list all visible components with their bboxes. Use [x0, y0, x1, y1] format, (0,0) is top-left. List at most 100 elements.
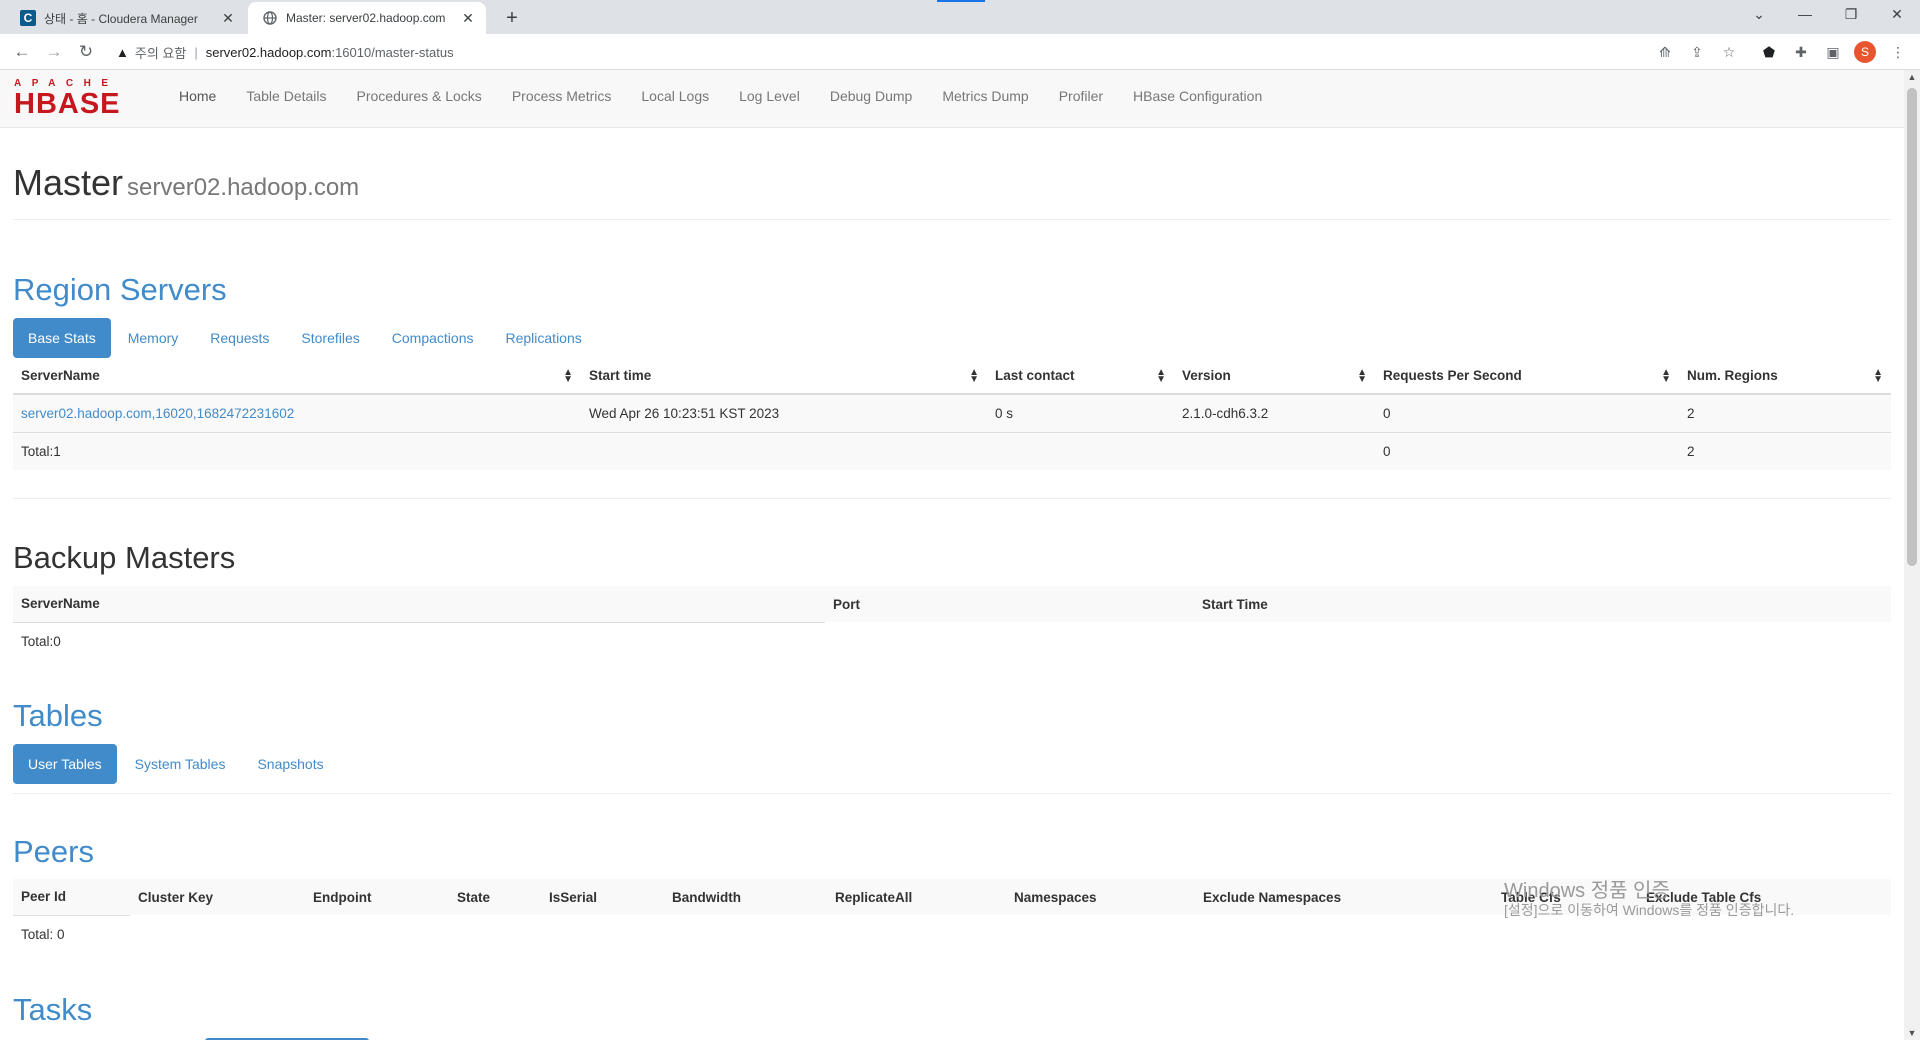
- column-header: Start Time: [1194, 586, 1891, 622]
- region-servers-tabs: Base Stats Memory Requests Storefiles Co…: [13, 318, 599, 358]
- column-header[interactable]: Num. Regions ▲ ▼: [1679, 358, 1891, 395]
- tab-system-tables[interactable]: System Tables: [120, 744, 241, 784]
- sort-icon[interactable]: ▲ ▼: [1357, 368, 1367, 385]
- browser-menu-icon[interactable]: ⋮: [1884, 38, 1912, 66]
- url-host[interactable]: server02.hadoop.com: [206, 45, 332, 60]
- address-separator: |: [194, 44, 198, 60]
- minimize-window-button[interactable]: —: [1782, 0, 1828, 30]
- cloudera-favicon-icon: C: [20, 10, 36, 26]
- main-nav: Home Table Details Procedures & Locks Pr…: [164, 70, 1277, 128]
- table-total-row: Total: 0: [13, 915, 1891, 953]
- column-header: Port: [825, 586, 1194, 622]
- column-header[interactable]: Requests Per Second ▲ ▼: [1375, 358, 1679, 395]
- browser-tab-cloudera[interactable]: C 상태 - 홈 - Cloudera Manager ✕: [6, 2, 246, 34]
- tab-memory[interactable]: Memory: [113, 318, 194, 358]
- restore-window-button[interactable]: ❐: [1828, 0, 1874, 30]
- extensions-puzzle-icon[interactable]: ✚: [1787, 38, 1815, 66]
- column-header: IsSerial: [549, 889, 598, 905]
- tab-search-chevron-icon[interactable]: ⌄: [1736, 0, 1782, 30]
- tab-user-tables[interactable]: User Tables: [13, 744, 117, 784]
- nav-table-details[interactable]: Table Details: [231, 70, 341, 128]
- peers-heading: Peers: [13, 834, 94, 869]
- backup-masters-table: ServerName Port Start Time Total:0: [13, 586, 1891, 660]
- translate-icon[interactable]: ⟰: [1651, 38, 1679, 66]
- close-tab-icon[interactable]: ✕: [220, 10, 236, 27]
- table-cell: 2: [1679, 431, 1891, 470]
- nav-log-level[interactable]: Log Level: [724, 70, 815, 128]
- scroll-up-arrow-icon[interactable]: ▲: [1904, 72, 1920, 82]
- close-window-button[interactable]: ✕: [1874, 0, 1920, 30]
- profile-avatar[interactable]: S: [1854, 41, 1876, 63]
- column-header[interactable]: ServerName ▲ ▼: [13, 358, 581, 395]
- url-path[interactable]: :16010/master-status: [331, 45, 453, 60]
- tab-snapshots[interactable]: Snapshots: [242, 744, 338, 784]
- column-header[interactable]: Version ▲ ▼: [1174, 358, 1375, 395]
- page-title-text: Master: [13, 162, 124, 203]
- scrollbar-thumb[interactable]: [1907, 88, 1917, 566]
- nav-local-logs[interactable]: Local Logs: [626, 70, 724, 128]
- tab-compactions[interactable]: Compactions: [377, 318, 489, 358]
- table-cell: Wed Apr 26 10:23:51 KST 2023: [581, 393, 987, 432]
- nav-home[interactable]: Home: [164, 70, 231, 128]
- browser-tab-hbase-master[interactable]: Master: server02.hadoop.com ✕: [248, 2, 486, 34]
- table-cell: [581, 431, 987, 470]
- region-servers-heading: Region Servers: [13, 272, 227, 307]
- security-label[interactable]: 주의 요함: [135, 43, 186, 62]
- windows-activation-watermark: Windows 정품 인증: [1504, 880, 1670, 902]
- table-cell: 2.1.0-cdh6.3.2: [1174, 393, 1375, 432]
- table-cell: Total:0: [21, 633, 61, 649]
- table-cell: 0: [1375, 393, 1679, 432]
- sort-icon[interactable]: ▲ ▼: [1661, 368, 1671, 385]
- tab-requests[interactable]: Requests: [195, 318, 284, 358]
- table-cell: 0: [1375, 431, 1679, 470]
- tab-replications[interactable]: Replications: [490, 318, 596, 358]
- tab-base-stats[interactable]: Base Stats: [13, 318, 111, 358]
- share-icon[interactable]: ⇪: [1683, 38, 1711, 66]
- windows-activation-subtext: [설정]으로 이동하여 Windows를 정품 인증합니다.: [1504, 902, 1795, 918]
- column-header[interactable]: Last contact ▲ ▼: [987, 358, 1174, 395]
- sort-icon[interactable]: ▲ ▼: [1156, 368, 1166, 385]
- forward-button[interactable]: →: [40, 38, 68, 66]
- divider: [13, 219, 1891, 220]
- vertical-scrollbar[interactable]: ▲ ▼: [1904, 70, 1920, 1040]
- close-tab-icon[interactable]: ✕: [460, 10, 476, 27]
- server-link[interactable]: server02.hadoop.com,16020,1682472231602: [21, 406, 294, 421]
- new-tab-button[interactable]: +: [498, 4, 526, 32]
- bookmark-star-icon[interactable]: ☆: [1715, 38, 1743, 66]
- globe-icon: [262, 10, 278, 26]
- table-cell: 2: [1679, 393, 1891, 432]
- nav-profiler[interactable]: Profiler: [1044, 70, 1118, 128]
- column-header: ReplicateAll: [835, 889, 913, 905]
- tab-strip-indicator: [937, 0, 985, 2]
- table-cell: server02.hadoop.com,16020,1682472231602: [13, 393, 581, 432]
- scroll-down-arrow-icon[interactable]: ▼: [1904, 1028, 1920, 1038]
- nav-process-metrics[interactable]: Process Metrics: [497, 70, 627, 128]
- apache-hbase-logo[interactable]: APACHE HBASE: [14, 78, 150, 119]
- page-title: Master server02.hadoop.com: [13, 162, 359, 204]
- address-bar[interactable]: ▲ 주의 요함 | server02.hadoop.com:16010/mast…: [110, 38, 1710, 66]
- top-navbar: APACHE HBASE Home Table Details Procedur…: [0, 70, 1904, 128]
- table-row: server02.hadoop.com,16020,1682472231602 …: [13, 393, 1891, 432]
- column-header: Namespaces: [1014, 889, 1097, 905]
- warning-icon[interactable]: ▲: [116, 45, 129, 60]
- reload-button[interactable]: ↻: [72, 38, 100, 66]
- extension-shield-icon[interactable]: ⬟: [1755, 38, 1783, 66]
- sort-icon[interactable]: ▲ ▼: [1873, 368, 1883, 385]
- nav-metrics-dump[interactable]: Metrics Dump: [927, 70, 1043, 128]
- page-subtitle: server02.hadoop.com: [127, 174, 360, 201]
- nav-hbase-configuration[interactable]: HBase Configuration: [1118, 70, 1277, 128]
- nav-debug-dump[interactable]: Debug Dump: [815, 70, 928, 128]
- sort-icon[interactable]: ▲ ▼: [969, 368, 979, 385]
- region-servers-table: ServerName ▲ ▼ Start time ▲ ▼ Last contact ▲ ▼…: [13, 358, 1891, 470]
- column-header: Cluster Key: [138, 889, 214, 905]
- tables-tabs: User Tables System Tables Snapshots: [13, 744, 341, 784]
- table-cell: [987, 431, 1174, 470]
- back-button[interactable]: ←: [8, 38, 36, 66]
- nav-procedures-locks[interactable]: Procedures & Locks: [342, 70, 497, 128]
- side-panel-icon[interactable]: ▣: [1819, 38, 1847, 66]
- browser-toolbar: ← → ↻ ▲ 주의 요함 | server02.hadoop.com:1601…: [0, 34, 1920, 70]
- sort-icon[interactable]: ▲ ▼: [563, 368, 573, 385]
- table-total-row: Total:0: [13, 622, 1891, 660]
- column-header[interactable]: Start time ▲ ▼: [581, 358, 987, 395]
- tab-storefiles[interactable]: Storefiles: [286, 318, 374, 358]
